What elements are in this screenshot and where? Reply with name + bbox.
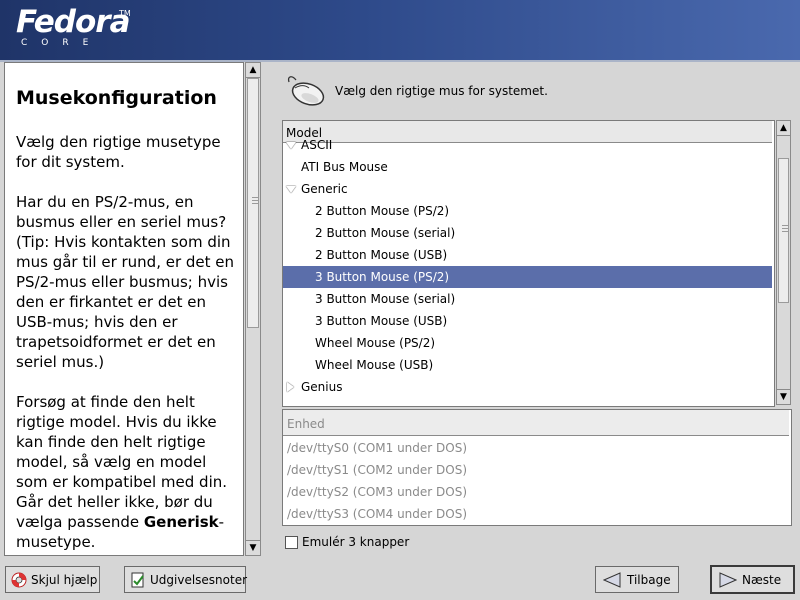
model-row[interactable]: 2 Button Mouse (serial) — [283, 222, 772, 244]
device-row[interactable]: /dev/ttyS0 (COM1 under DOS) — [287, 441, 467, 455]
model-row-label: 2 Button Mouse (serial) — [315, 226, 456, 240]
model-row-label: Genius — [301, 380, 343, 394]
device-column-header-label: Enhed — [287, 417, 325, 431]
model-scrollbar[interactable]: ▲ ▼ — [776, 120, 791, 405]
scroll-up-arrow-icon[interactable]: ▲ — [777, 121, 790, 136]
help-paragraph-2: Har du en PS/2-mus, en busmus eller en s… — [16, 193, 235, 371]
model-row[interactable]: Genius — [283, 376, 772, 398]
hide-help-button[interactable]: Skjul hjælp — [5, 566, 100, 593]
fedora-logo: Fedora — [16, 4, 130, 40]
expander-expanded-icon[interactable] — [286, 186, 296, 193]
model-row-label: ATI Bus Mouse — [301, 160, 388, 174]
document-icon — [131, 572, 144, 588]
back-button-label: Tilbage — [627, 573, 671, 587]
back-button[interactable]: Tilbage — [595, 566, 679, 593]
arrow-left-icon — [603, 572, 621, 588]
device-list[interactable]: Enhed /dev/ttyS0 (COM1 under DOS) /dev/t… — [282, 409, 792, 526]
model-row[interactable]: Wheel Mouse (USB) — [283, 354, 772, 376]
release-notes-button-label: Udgivelsesnoter — [150, 573, 248, 587]
model-row-label: Generic — [301, 182, 348, 196]
expander-expanded-icon[interactable] — [286, 142, 296, 149]
model-row[interactable]: 2 Button Mouse (PS/2) — [283, 200, 772, 222]
hide-help-button-label: Skjul hjælp — [31, 573, 98, 587]
model-row[interactable]: ATI Bus Mouse — [283, 156, 772, 178]
device-row[interactable]: /dev/ttyS2 (COM3 under DOS) — [287, 485, 467, 499]
mouse-prompt: Vælg den rigtige mus for systemet. — [335, 84, 548, 98]
help-paragraph-3-text: Forsøg at finde den helt rigtige model. … — [16, 393, 228, 531]
next-button[interactable]: Næste — [710, 565, 795, 594]
device-row[interactable]: /dev/ttyS1 (COM2 under DOS) — [287, 463, 467, 477]
model-row[interactable]: 3 Button Mouse (USB) — [283, 310, 772, 332]
model-row-label: 2 Button Mouse (USB) — [315, 248, 448, 262]
help-title: Musekonfiguration — [16, 87, 217, 109]
model-list[interactable]: Model ASCII ATI Bus Mouse Generic 2 Button … — [282, 120, 775, 407]
expander-collapsed-icon[interactable] — [287, 382, 294, 392]
help-paragraph-3-bold: Generisk — [143, 513, 219, 531]
scroll-up-arrow-icon[interactable]: ▲ — [246, 63, 260, 78]
help-paragraph-3: Forsøg at finde den helt rigtige model. … — [16, 392, 238, 552]
logo-subtitle: CORE — [21, 38, 103, 48]
emulate-3-buttons-label[interactable]: Emulér 3 knapper — [302, 535, 409, 549]
release-notes-button[interactable]: Udgivelsesnoter — [124, 566, 248, 593]
scroll-down-arrow-icon[interactable]: ▼ — [777, 389, 790, 404]
model-row-label: Wheel Mouse (PS/2) — [315, 336, 436, 350]
model-row-label: 3 Button Mouse (PS/2) — [315, 270, 450, 284]
model-row[interactable]: 2 Button Mouse (USB) — [283, 244, 772, 266]
model-scrollbar-thumb[interactable] — [778, 158, 789, 303]
model-row-label: Wheel Mouse (USB) — [315, 358, 434, 372]
model-row[interactable]: 3 Button Mouse (serial) — [283, 288, 772, 310]
emulate-3-buttons-checkbox[interactable] — [285, 536, 298, 549]
mouse-icon — [287, 76, 325, 106]
scroll-down-arrow-icon[interactable]: ▼ — [246, 540, 260, 555]
model-row-label: 2 Button Mouse (PS/2) — [315, 204, 450, 218]
logo-trademark: TM — [119, 9, 131, 18]
model-row-label: 3 Button Mouse (USB) — [315, 314, 448, 328]
model-row-label: ASCII — [301, 138, 333, 152]
help-pane: Musekonfiguration Vælg den rigtige muset… — [4, 62, 244, 556]
help-paragraph-1: Vælg den rigtige musetype for dit system… — [16, 133, 221, 171]
lifebuoy-icon — [11, 572, 27, 588]
model-row-label: 3 Button Mouse (serial) — [315, 292, 456, 306]
device-column-header[interactable]: Enhed — [283, 410, 789, 436]
device-row[interactable]: /dev/ttyS3 (COM4 under DOS) — [287, 507, 467, 521]
model-row[interactable]: Generic — [283, 178, 772, 200]
header-banner: Fedora TM CORE — [0, 0, 800, 60]
help-scrollbar-thumb[interactable] — [247, 78, 259, 328]
help-scrollbar[interactable]: ▲ ▼ — [245, 62, 261, 556]
model-row[interactable]: 3 Button Mouse (PS/2) — [283, 266, 772, 288]
model-row[interactable]: ASCII — [283, 134, 772, 156]
model-row[interactable]: Wheel Mouse (PS/2) — [283, 332, 772, 354]
arrow-right-icon — [719, 572, 737, 588]
next-button-label: Næste — [742, 573, 782, 587]
